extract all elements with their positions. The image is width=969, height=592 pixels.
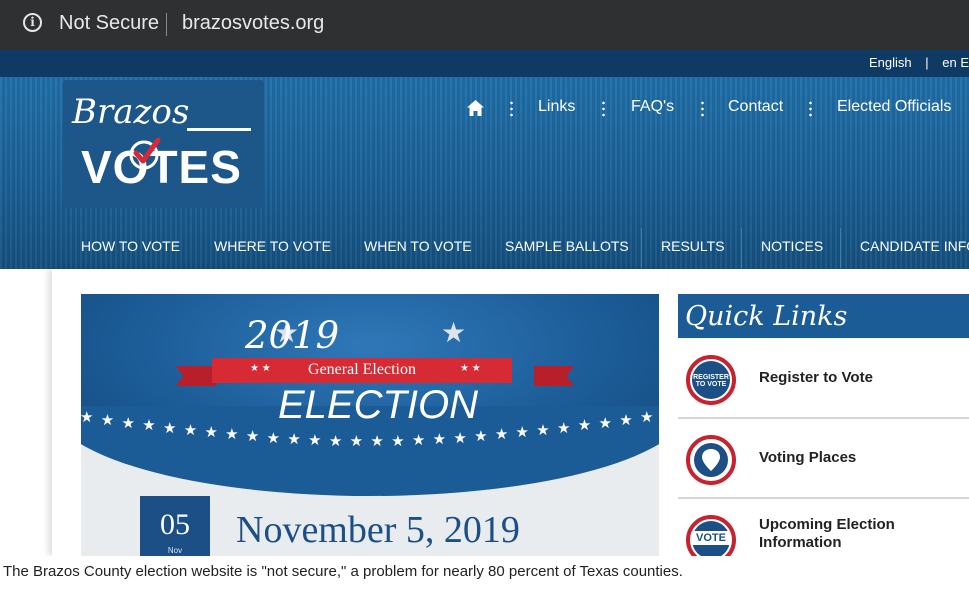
star-icon: ★ ★ <box>460 363 481 374</box>
quick-link-register[interactable]: REGISTER TO VOTE Register to Vote <box>678 339 969 419</box>
logo-main-text: VOTES <box>81 141 242 193</box>
star-icon: ★ <box>370 432 384 450</box>
logo-underline <box>187 128 251 131</box>
election-date: November 5, 2019 <box>236 509 520 551</box>
browser-address-bar[interactable]: i Not Secure brazosvotes.org <box>0 0 969 50</box>
nav-when-to-vote[interactable]: WHEN TO VOTE <box>364 238 472 254</box>
star-icon: ★ <box>162 419 177 437</box>
star-icon: ★ <box>266 429 281 447</box>
date-month: Nov <box>167 546 183 555</box>
star-icon: ★ <box>121 414 135 432</box>
star-icon: ★ <box>432 431 447 449</box>
nav-separator <box>840 228 841 268</box>
map-pin-icon <box>686 435 736 485</box>
language-espanol-link[interactable]: en E <box>942 55 969 70</box>
nav-candidate-info[interactable]: CANDIDATE INFO <box>860 238 969 254</box>
nav-faqs[interactable]: FAQ's <box>631 98 674 116</box>
checkmark-icon <box>129 137 161 170</box>
star-icon: ★ <box>441 317 467 348</box>
nav-separator <box>510 100 513 118</box>
star-icon: ★ <box>287 431 301 449</box>
nav-separator <box>701 100 704 118</box>
star-icon: ★ <box>391 432 405 450</box>
star-icon: ★ <box>619 411 633 429</box>
nav-elected-officials[interactable]: Elected Officials <box>837 98 951 116</box>
star-icon: ★ <box>328 432 343 450</box>
banner-ribbon: ★ ★ General Election ★ ★ <box>212 358 512 383</box>
nav-separator <box>741 228 742 268</box>
quick-link-label: Upcoming Election Information <box>759 516 895 551</box>
quick-link-voting-places[interactable]: Voting Places <box>678 419 969 499</box>
star-icon: ★ <box>349 432 364 450</box>
star-icon: ★ <box>245 428 260 446</box>
star-icon: ★ <box>183 422 198 440</box>
nav-how-to-vote[interactable]: HOW TO VOTE <box>81 238 180 254</box>
info-icon[interactable]: i <box>23 13 42 32</box>
caption-text: The Brazos County election website is "n… <box>3 563 683 580</box>
main-navigation: HOW TO VOTE WHERE TO VOTE WHEN TO VOTE S… <box>0 228 969 268</box>
star-icon: ★ <box>598 414 612 432</box>
star-icon: ★ <box>308 431 322 449</box>
star-icon: ★ <box>515 424 529 442</box>
language-strip: English | en E <box>0 50 969 77</box>
nav-notices[interactable]: NOTICES <box>761 238 823 254</box>
address-url[interactable]: brazosvotes.org <box>182 12 324 35</box>
site-logo[interactable]: Brazos VOTES <box>63 80 264 208</box>
star-icon: ★ <box>474 428 488 446</box>
star-icon: ★ <box>536 422 550 440</box>
star-icon: ★ <box>100 411 115 429</box>
nav-separator <box>809 100 812 118</box>
banner-star-row: ★ ★ ★ ★ ★ ★ ★ ★ ★ ★ ★ ★ ★ ★ ★ ★ ★ ★ ★ ★ ★ ★ ★ ★ ★ ★ ★ ★ <box>80 404 660 450</box>
register-to-vote-badge-icon: REGISTER TO VOTE <box>686 355 736 405</box>
star-icon: ★ <box>453 429 467 447</box>
quick-link-upcoming-election[interactable]: VOTE Upcoming Election Information <box>678 499 969 565</box>
star-icon: ★ <box>557 419 571 437</box>
quick-link-label: Voting Places <box>759 449 857 466</box>
nav-contact[interactable]: Contact <box>728 98 783 116</box>
star-icon: ★ <box>80 409 94 426</box>
quick-links-panel: Quick Links REGISTER TO VOTE Register to… <box>678 294 969 565</box>
quick-links-header: Quick Links <box>678 294 969 338</box>
security-status: Not Secure <box>59 12 160 34</box>
nav-separator <box>602 100 605 118</box>
nav-results[interactable]: RESULTS <box>661 238 725 254</box>
language-english-link[interactable]: English <box>869 55 912 70</box>
star-icon: ★ <box>494 426 509 444</box>
star-icon: ★ <box>204 424 218 442</box>
badge-text: REGISTER TO VOTE <box>693 374 729 388</box>
quick-links-title: Quick Links <box>685 301 848 332</box>
banner-year: 2019 <box>245 314 340 357</box>
star-icon: ★ <box>640 409 654 426</box>
nav-sample-ballots[interactable]: SAMPLE BALLOTS <box>505 238 629 254</box>
language-separator: | <box>925 55 929 70</box>
badge-text: VOTE <box>692 531 730 545</box>
home-icon[interactable] <box>466 99 485 117</box>
star-icon: ★ <box>411 431 426 449</box>
date-day: 05 <box>160 508 190 541</box>
star-icon: ★ <box>142 417 156 435</box>
star-icon: ★ <box>577 417 592 435</box>
nav-where-to-vote[interactable]: WHERE TO VOTE <box>214 238 331 254</box>
nav-links[interactable]: Links <box>538 98 575 116</box>
star-icon: ★ <box>225 426 239 444</box>
quick-link-label: Register to Vote <box>759 369 873 386</box>
date-badge: 05 Nov <box>140 496 210 558</box>
address-divider <box>166 13 167 36</box>
nav-separator <box>641 228 642 268</box>
logo-script-text: Brazos <box>72 92 190 132</box>
